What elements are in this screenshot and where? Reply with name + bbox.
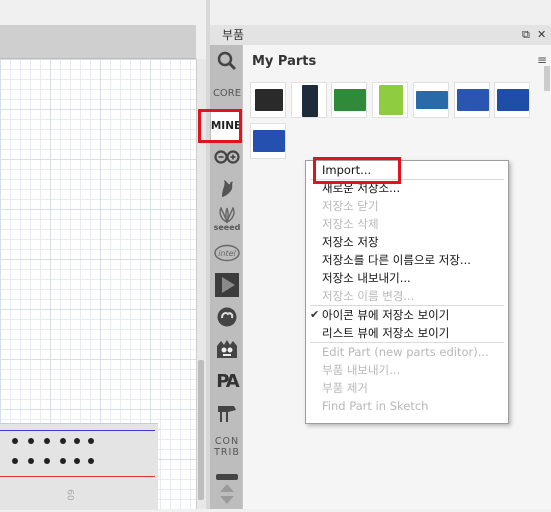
content-scrollbar[interactable] xyxy=(544,66,550,91)
menu-remove-part[interactable]: 부품 제거 xyxy=(306,379,508,397)
part-tile[interactable] xyxy=(291,82,327,118)
part-tile[interactable] xyxy=(331,82,367,118)
bin-title: My Parts xyxy=(252,54,317,69)
red-rail-line xyxy=(0,476,155,477)
core-bin[interactable]: CORE xyxy=(212,76,242,110)
pa-bin[interactable]: PA xyxy=(212,364,242,398)
close-icon[interactable]: ✕ xyxy=(537,28,546,42)
menu-icon-view[interactable]: ✔ 아이콘 뷰에 저장소 보이기 xyxy=(306,306,508,324)
magnifier-icon[interactable] xyxy=(212,44,242,78)
sparkfun-flame-icon[interactable] xyxy=(212,170,242,204)
part-thumbnail xyxy=(457,89,489,111)
intel-icon[interactable]: intel xyxy=(212,236,242,270)
bin-context-menu: Import... 새로운 저장소... 저장소 닫기 저장소 삭제 저장소 저… xyxy=(305,160,509,424)
menu-edit-part[interactable]: Edit Part (new parts editor)... xyxy=(306,343,508,361)
menu-export-bin[interactable]: 저장소 내보내기... xyxy=(306,269,508,287)
canvas-scroll-thumb[interactable] xyxy=(198,360,204,500)
part-thumbnail xyxy=(379,85,403,115)
canvas-toolbar xyxy=(0,25,196,59)
part-tile[interactable] xyxy=(494,82,530,118)
part-thumbnail xyxy=(334,89,366,111)
checkmark-icon: ✔ xyxy=(310,308,320,321)
part-thumbnail xyxy=(497,89,529,111)
menu-save-bin[interactable]: 저장소 저장 xyxy=(306,233,508,251)
part-tile[interactable] xyxy=(372,82,408,118)
part-thumbnail xyxy=(255,89,283,111)
contrib-bin[interactable]: CON TRIB xyxy=(212,430,242,464)
menu-close-bin[interactable]: 저장소 닫기 xyxy=(306,197,508,215)
bin-menu-button[interactable]: ≡ xyxy=(537,53,547,67)
seeed-icon[interactable]: seeed xyxy=(212,202,242,236)
arduino-icon[interactable] xyxy=(212,140,242,174)
import-highlight-box xyxy=(313,157,401,184)
part-tile[interactable] xyxy=(413,82,449,118)
menu-save-bin-as[interactable]: 저장소를 다른 이름으로 저장... xyxy=(306,251,508,269)
seeed-label: seeed xyxy=(213,222,241,232)
blue-rail-line xyxy=(0,430,155,431)
play-icon[interactable] xyxy=(212,268,242,302)
breadboard-column-label: 60 xyxy=(64,489,75,501)
menu-rename-bin[interactable]: 저장소 이름 변경... xyxy=(306,287,508,305)
part-thumbnail xyxy=(253,130,285,152)
menu-list-view[interactable]: 리스트 뷰에 저장소 보이기 xyxy=(306,324,508,342)
restore-icon[interactable]: ⧉ xyxy=(522,28,530,42)
mine-highlight-box xyxy=(198,109,242,143)
part-tile[interactable] xyxy=(454,82,490,118)
part-thumbnail xyxy=(302,85,318,117)
part-tile[interactable] xyxy=(250,123,286,159)
svg-text:intel: intel xyxy=(218,249,236,258)
snootlab-icon[interactable] xyxy=(212,300,242,334)
part-thumbnail xyxy=(416,91,448,109)
piano-icon[interactable] xyxy=(212,396,242,430)
monster-icon[interactable] xyxy=(212,332,242,366)
parts-panel-titlebar xyxy=(210,25,551,45)
bins-scroll-arrows[interactable] xyxy=(212,474,242,509)
menu-find-part[interactable]: Find Part in Sketch xyxy=(306,397,508,415)
menu-delete-bin[interactable]: 저장소 삭제 xyxy=(306,215,508,233)
part-tile[interactable] xyxy=(250,82,286,118)
menu-export-part[interactable]: 부품 내보내기... xyxy=(306,361,508,379)
breadboard[interactable]: 60 xyxy=(0,423,158,510)
parts-panel-title: 부품 xyxy=(222,28,245,42)
